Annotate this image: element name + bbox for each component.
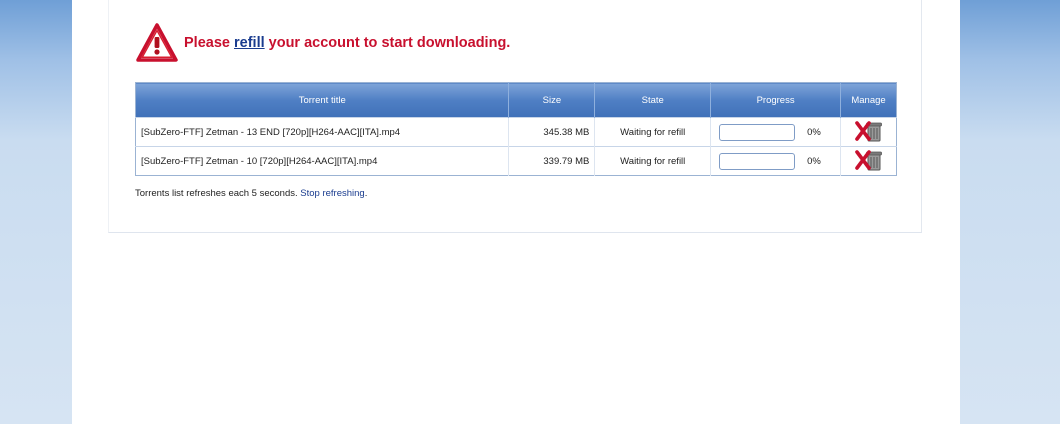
column-header-manage: Manage	[840, 82, 897, 118]
progress-bar	[719, 123, 796, 141]
table-row: [SubZero-FTF] Zetman - 10 [720p][H264-AA…	[135, 146, 897, 176]
warning-message: Please refill your account to start down…	[184, 35, 510, 51]
torrent-state: Waiting for refill	[594, 146, 712, 176]
column-header-state[interactable]: State	[594, 82, 712, 118]
progress-percent: 0%	[807, 155, 821, 167]
torrent-title: [SubZero-FTF] Zetman - 13 END [720p][H26…	[135, 117, 510, 147]
page: Please refill your account to start down…	[72, 0, 960, 424]
refresh-note-text: Torrents list refreshes each 5 seconds.	[135, 188, 301, 199]
torrent-state: Waiting for refill	[594, 117, 712, 147]
refresh-note-end: .	[364, 188, 368, 199]
refill-link[interactable]: refill	[234, 35, 265, 51]
torrent-size: 339.79 MB	[508, 146, 596, 176]
torrent-title: [SubZero-FTF] Zetman - 10 [720p][H264-AA…	[135, 146, 510, 176]
progress-percent: 0%	[807, 126, 821, 138]
stop-refreshing-link[interactable]: Stop refreshing	[300, 188, 364, 199]
progress-bar	[719, 152, 796, 170]
torrent-progress: 0%	[710, 146, 842, 176]
warning-prefix: Please	[184, 35, 234, 51]
content-card: Please refill your account to start down…	[108, 0, 922, 233]
table-row: [SubZero-FTF] Zetman - 13 END [720p][H26…	[135, 117, 897, 147]
column-header-progress[interactable]: Progress	[710, 82, 842, 118]
torrent-manage	[840, 117, 897, 147]
torrent-size: 345.38 MB	[508, 117, 596, 147]
column-header-title[interactable]: Torrent title	[135, 82, 510, 118]
warning-suffix: your account to start downloading.	[264, 35, 511, 51]
warning-icon	[136, 23, 178, 62]
delete-icon[interactable]	[854, 120, 884, 144]
column-header-size[interactable]: Size	[508, 82, 596, 118]
refill-warning: Please refill your account to start down…	[136, 23, 510, 63]
torrents-table: Torrent title Size State Progress Manage…	[135, 82, 897, 176]
delete-icon[interactable]	[854, 149, 884, 173]
table-header-row: Torrent title Size State Progress Manage	[135, 82, 897, 118]
torrent-progress: 0%	[710, 117, 842, 147]
torrent-manage	[840, 146, 897, 176]
refresh-note: Torrents list refreshes each 5 seconds. …	[135, 188, 367, 199]
